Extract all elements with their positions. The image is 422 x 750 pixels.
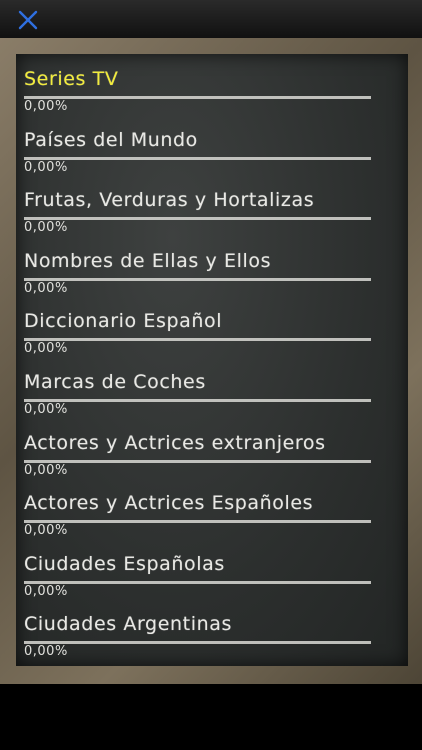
progress-bar [24, 277, 371, 281]
category-title: Países del Mundo [24, 128, 198, 151]
category-item[interactable]: Frutas, Verduras y Hortalizas 0,00% [24, 189, 408, 250]
category-title: Diccionario Español [24, 310, 223, 333]
category-percent: 0,00% [24, 159, 68, 175]
category-percent: 0,00% [24, 341, 68, 357]
close-button[interactable] [14, 6, 42, 34]
category-title: Frutas, Verduras y Hortalizas [24, 189, 315, 212]
progress-bar [24, 217, 371, 221]
chalkboard: Series TV 0,00% Países del Mundo 0,00% F… [16, 54, 408, 666]
progress-bar [24, 96, 371, 99]
category-item[interactable]: Marcas de Coches 0,00% [24, 371, 408, 432]
category-item[interactable]: Actores y Actrices extranjeros 0,00% [24, 432, 408, 493]
category-title: Marcas de Coches [24, 370, 206, 393]
category-percent: 0,00% [24, 462, 68, 478]
category-percent: 0,00% [24, 644, 68, 660]
progress-bar [24, 459, 371, 463]
category-title: Actores y Actrices Españoles [24, 492, 314, 515]
close-icon [18, 10, 38, 30]
category-percent: 0,00% [24, 583, 68, 599]
category-title: Nombres de Ellas y Ellos [24, 249, 272, 272]
category-title: Series TV [24, 68, 119, 90]
category-item[interactable]: Ciudades Españolas 0,00% [24, 553, 408, 614]
category-item[interactable]: Series TV 0,00% [24, 68, 408, 129]
category-percent: 0,00% [24, 523, 68, 539]
category-item[interactable]: Nombres de Ellas y Ellos 0,00% [24, 250, 408, 311]
chalkboard-frame: Series TV 0,00% Países del Mundo 0,00% F… [0, 38, 422, 684]
category-item[interactable]: Actores y Actrices Españoles 0,00% [24, 492, 408, 553]
category-item[interactable]: Países del Mundo 0,00% [24, 129, 408, 190]
category-title: Actores y Actrices extranjeros [24, 431, 326, 454]
category-title: Ciudades Argentinas [24, 613, 232, 636]
category-percent: 0,00% [24, 99, 68, 114]
category-item[interactable]: Diccionario Español 0,00% [24, 310, 408, 371]
progress-bar [24, 156, 371, 160]
top-bar [0, 0, 422, 38]
progress-bar [24, 338, 371, 342]
progress-bar [24, 398, 371, 402]
progress-bar [24, 580, 371, 584]
bottom-area [0, 684, 422, 750]
progress-bar [24, 641, 371, 645]
category-title: Ciudades Españolas [24, 552, 225, 575]
category-percent: 0,00% [24, 280, 68, 296]
category-percent: 0,00% [24, 220, 68, 236]
progress-bar [24, 520, 371, 524]
category-list: Series TV 0,00% Países del Mundo 0,00% F… [24, 68, 408, 666]
category-percent: 0,00% [24, 401, 68, 417]
category-item[interactable]: Ciudades Argentinas 0,00% [24, 613, 408, 666]
